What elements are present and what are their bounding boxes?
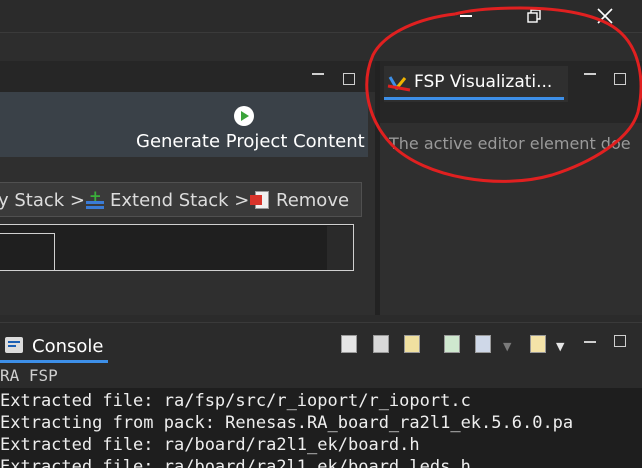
pin-console-icon[interactable] [441, 333, 463, 355]
console-line: Extracted file: ra/board/ra2l1_ek/board.… [0, 435, 420, 455]
toolbar-strip [0, 32, 642, 61]
console-maximize-button[interactable] [614, 335, 626, 347]
right-maximize-button[interactable] [614, 73, 626, 85]
scroll-lock-icon[interactable] [370, 333, 392, 355]
maximize-icon [614, 335, 626, 347]
stack-module-box[interactable] [0, 233, 55, 271]
console-line: Extracted file: ra/board/ra2l1_ek/board_… [0, 457, 471, 468]
fsp-visualization-tab-label: FSP Visualizati... [414, 72, 553, 92]
maximize-icon [614, 73, 626, 85]
console-icon [5, 337, 23, 353]
console-title: RA FSP [0, 366, 58, 385]
extend-stack-icon: + [84, 187, 106, 211]
generate-content-icon[interactable] [234, 106, 254, 126]
word-wrap-icon[interactable] [401, 333, 423, 355]
clear-console-icon[interactable] [338, 333, 360, 355]
open-console-dropdown-icon[interactable]: ▼ [556, 340, 564, 353]
restore-icon [527, 9, 541, 23]
remove-label: Remove [276, 189, 350, 211]
tab-console[interactable]: Console [32, 336, 103, 357]
extend-stack-label: Extend Stack > [110, 189, 250, 211]
minimize-icon [312, 73, 324, 75]
console-minimize-button[interactable] [584, 341, 596, 343]
editor-tab-bar [0, 61, 375, 92]
remove-icon [250, 189, 272, 211]
minimize-button[interactable] [443, 0, 489, 32]
stack-scrollbar[interactable] [327, 226, 353, 270]
view-stack-button[interactable]: y Stack > [0, 188, 85, 212]
close-button[interactable] [582, 0, 628, 32]
fsp-visualization-icon [388, 76, 407, 90]
display-console-icon[interactable] [472, 333, 494, 355]
console-active-indicator [0, 360, 108, 363]
display-console-dropdown-icon[interactable]: ▼ [503, 340, 511, 353]
editor-maximize-button[interactable] [343, 73, 355, 85]
console-line: Extracted file: ra/fsp/src/r_ioport/r_io… [0, 391, 471, 411]
right-minimize-button[interactable] [584, 73, 596, 75]
editor-minimize-button[interactable] [312, 73, 324, 75]
restore-button[interactable] [511, 0, 557, 32]
console-line: Extracting from pack: Renesas.RA_board_r… [0, 413, 574, 433]
generate-project-content-button[interactable]: Generate Project Content [136, 131, 365, 152]
maximize-icon [343, 73, 355, 85]
open-console-icon[interactable] [527, 333, 549, 355]
remove-button[interactable]: Remove [250, 188, 349, 212]
minimize-icon [460, 15, 472, 17]
minimize-icon [584, 341, 596, 343]
minimize-icon [584, 73, 596, 75]
extend-stack-button[interactable]: + Extend Stack > [84, 187, 250, 212]
view-stack-label: y Stack > [0, 189, 86, 211]
inactive-editor-message: The active editor element doe [389, 134, 631, 153]
close-icon [597, 8, 613, 24]
active-tab-indicator [384, 97, 564, 100]
